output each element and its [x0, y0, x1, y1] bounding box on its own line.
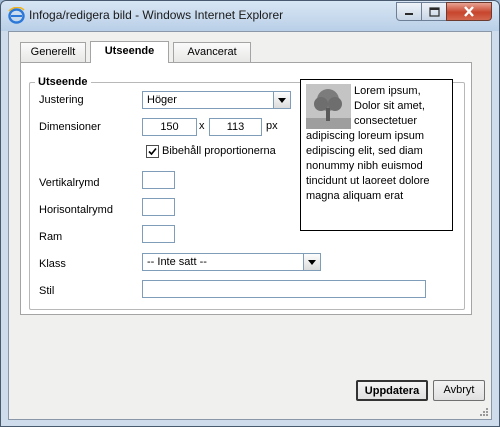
- height-input[interactable]: 113: [209, 118, 262, 136]
- alignment-select[interactable]: Höger: [142, 91, 291, 109]
- dimensions-label: Dimensioner: [39, 121, 101, 133]
- constrain-label[interactable]: Bibehåll proportionerna: [162, 145, 276, 157]
- dropdown-arrow-icon[interactable]: [273, 92, 290, 108]
- alignment-label: Justering: [39, 94, 84, 106]
- dimension-unit: px: [266, 120, 278, 132]
- border-label: Ram: [39, 231, 63, 243]
- window-title: Infoga/redigera bild - Windows Internet …: [29, 8, 284, 22]
- resize-grip-icon[interactable]: [479, 407, 489, 417]
- dimension-separator: x: [199, 120, 205, 132]
- tab-general[interactable]: Generellt: [20, 42, 86, 62]
- minimize-button[interactable]: [396, 2, 422, 21]
- style-input[interactable]: [142, 280, 426, 298]
- dropdown-arrow-icon[interactable]: [303, 254, 320, 270]
- maximize-icon: [428, 6, 440, 17]
- dialog-window: Infoga/redigera bild - Windows Internet …: [0, 0, 500, 427]
- preview-image: [306, 84, 351, 129]
- vspace-label: Vertikalrymd: [39, 177, 100, 189]
- alignment-value: Höger: [147, 94, 177, 106]
- vspace-input[interactable]: [142, 171, 175, 189]
- image-preview: Lorem ipsum, Dolor sit amet, consectetue…: [300, 79, 453, 231]
- tree-image-icon: [306, 84, 351, 129]
- width-input[interactable]: 150: [142, 118, 197, 136]
- cancel-button[interactable]: Avbryt: [433, 380, 485, 401]
- tab-advanced[interactable]: Avancerat: [173, 42, 251, 62]
- class-value: -- Inte satt --: [147, 256, 207, 268]
- fieldset-legend: Utseende: [35, 76, 91, 88]
- constrain-checkbox[interactable]: [146, 145, 159, 158]
- ie-logo-icon: [8, 7, 25, 24]
- border-input[interactable]: [142, 225, 175, 243]
- appearance-panel: Utseende Justering Höger Dimensioner 150…: [20, 62, 472, 315]
- appearance-fieldset: Utseende Justering Höger Dimensioner 150…: [29, 76, 465, 310]
- dialog-client-area: Generellt Utseende Avancerat Utseende Ju…: [8, 31, 492, 420]
- class-select[interactable]: -- Inte satt --: [142, 253, 321, 271]
- close-button[interactable]: [446, 2, 492, 21]
- tab-appearance[interactable]: Utseende: [90, 41, 169, 63]
- hspace-label: Horisontalrymd: [39, 204, 113, 216]
- style-label: Stil: [39, 285, 55, 297]
- checkmark-icon: [148, 147, 157, 156]
- update-button[interactable]: Uppdatera: [356, 380, 428, 401]
- minimize-icon: [405, 12, 413, 15]
- hspace-input[interactable]: [142, 198, 175, 216]
- close-icon: [464, 6, 474, 17]
- title-bar[interactable]: Infoga/redigera bild - Windows Internet …: [1, 1, 499, 31]
- maximize-button[interactable]: [421, 2, 447, 21]
- class-label: Klass: [39, 258, 66, 270]
